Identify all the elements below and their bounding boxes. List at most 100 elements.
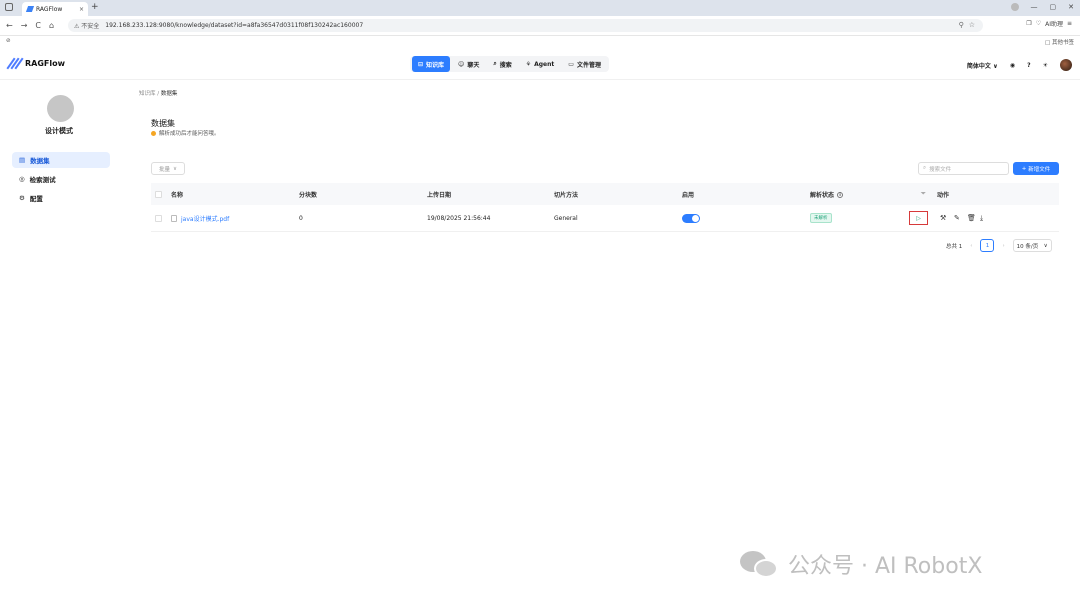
info-icon[interactable]: i bbox=[837, 192, 844, 198]
sidebar-item-config[interactable]: ⚙ 配置 bbox=[12, 190, 110, 206]
nav-search[interactable]: ⌕ 搜索 bbox=[487, 56, 517, 72]
chat-icon: ☺ bbox=[458, 60, 465, 68]
browser-tabbar: RAGFlow × + — ▢ ✕ bbox=[0, 0, 1080, 16]
profile-icon[interactable] bbox=[1010, 3, 1019, 11]
ai-assistant-button[interactable]: AI助理 bbox=[1045, 19, 1063, 28]
page-size-select[interactable]: 10 条/页 ∨ bbox=[1012, 239, 1052, 252]
search-icon: ⌕ bbox=[923, 165, 927, 171]
hint-text: 解析成功后才能问答哦。 bbox=[159, 131, 220, 137]
tab-title: RAGFlow bbox=[36, 5, 63, 13]
watermark-text: 公众号 · AI RobotX bbox=[788, 554, 983, 579]
menu-icon[interactable]: ≡ bbox=[1067, 20, 1072, 27]
sidebar-item-label: 检索测试 bbox=[29, 176, 56, 184]
home-button[interactable]: ⌂ bbox=[49, 21, 54, 30]
table-header: 名称 分块数 上传日期 切片方法 启用 解析状态 i ⏷ 动作 bbox=[151, 183, 1059, 205]
hint-icon bbox=[151, 130, 156, 136]
sidebar-item-dataset[interactable]: ▤ 数据集 bbox=[12, 152, 110, 168]
total-count: 总共 1 bbox=[946, 243, 963, 250]
theme-icon[interactable]: ☀ bbox=[1043, 62, 1048, 69]
chunk-method[interactable]: General bbox=[554, 215, 578, 222]
forward-button[interactable]: → bbox=[21, 21, 28, 30]
github-icon[interactable]: ◉ bbox=[1010, 62, 1015, 69]
back-button[interactable]: ← bbox=[6, 21, 13, 30]
select-all-checkbox[interactable] bbox=[155, 190, 162, 198]
nav-agent[interactable]: ⚘ Agent bbox=[520, 56, 561, 72]
maximize-button[interactable]: ▢ bbox=[1050, 3, 1057, 11]
page-1-button[interactable]: 1 bbox=[980, 239, 995, 252]
col-name[interactable]: 名称 bbox=[171, 190, 183, 199]
wechat-logo-icon bbox=[740, 549, 780, 579]
sidebar-item-retrieval-test[interactable]: ◎ 检索测试 bbox=[12, 171, 110, 187]
insecure-label[interactable]: ⚠ 不安全 bbox=[74, 21, 99, 30]
url-actions: ⚲ ☆ bbox=[959, 19, 975, 32]
window-controls: — ▢ ✕ bbox=[1010, 3, 1074, 11]
settings-wrench-icon[interactable]: ⚒ bbox=[940, 214, 946, 222]
col-upload-date[interactable]: 上传日期 bbox=[427, 190, 451, 199]
breadcrumb: 知识库 / 数据集 bbox=[139, 89, 177, 97]
location-icon[interactable]: ⚲ bbox=[959, 19, 964, 32]
kb-avatar bbox=[47, 95, 74, 122]
help-icon[interactable]: ? bbox=[1027, 62, 1030, 69]
language-select[interactable]: 简体中文 ∨ bbox=[967, 61, 998, 70]
next-page-button[interactable]: › bbox=[1002, 243, 1004, 249]
breadcrumb-parent[interactable]: 知识库 bbox=[139, 91, 156, 97]
nav-label: Agent bbox=[534, 60, 555, 68]
search-input[interactable]: ⌕ 搜索文件 bbox=[918, 162, 1009, 175]
chevron-down-icon: ∨ bbox=[172, 165, 178, 172]
nav-label: 知识库 bbox=[426, 61, 445, 69]
user-avatar[interactable] bbox=[1060, 59, 1072, 71]
retrieval-icon: ◎ bbox=[19, 175, 25, 183]
agent-icon: ⚘ bbox=[525, 60, 532, 68]
filter-icon[interactable]: ⏷ bbox=[921, 190, 926, 198]
nav-chat[interactable]: ☺ 聊天 bbox=[452, 56, 485, 72]
url-field[interactable]: ⚠ 不安全 192.168.233.128:9080/knowledge/dat… bbox=[68, 19, 983, 32]
chunk-count: 0 bbox=[299, 214, 303, 222]
download-icon[interactable]: ⤓ bbox=[980, 214, 983, 223]
minimize-button[interactable]: — bbox=[1031, 3, 1038, 11]
bulk-label: 批量 bbox=[158, 166, 170, 173]
ragflow-logo-icon bbox=[6, 57, 24, 70]
rename-pencil-icon[interactable]: ✎ bbox=[954, 214, 960, 222]
app-logo[interactable]: RAGFlow bbox=[6, 57, 65, 70]
nav-knowledge-base[interactable]: ⊟ 知识库 bbox=[412, 56, 451, 72]
page-size-label: 10 条/页 bbox=[1016, 243, 1039, 250]
row-checkbox[interactable] bbox=[155, 214, 162, 222]
file-name-link[interactable]: java设计模式.pdf bbox=[171, 214, 229, 223]
nav-label: 聊天 bbox=[467, 61, 480, 69]
bookmark-bar: ⊘ □ 其他书签 bbox=[0, 36, 1080, 48]
run-parse-button[interactable]: ▷ bbox=[909, 211, 928, 225]
col-parse-status-label: 解析状态 bbox=[810, 191, 835, 199]
search-placeholder: 搜索文件 bbox=[929, 166, 952, 173]
delete-trash-icon[interactable]: 🗑 bbox=[967, 214, 976, 222]
other-bookmarks[interactable]: □ 其他书签 bbox=[1045, 38, 1074, 46]
favorites-icon[interactable]: ♡ bbox=[1036, 20, 1041, 27]
col-chunks[interactable]: 分块数 bbox=[299, 190, 317, 199]
bulk-actions-button[interactable]: 批量 ∨ bbox=[151, 162, 185, 175]
col-enabled: 启用 bbox=[682, 191, 695, 199]
pdf-file-icon bbox=[171, 214, 177, 222]
new-tab-button[interactable]: + bbox=[91, 2, 99, 12]
enable-toggle[interactable] bbox=[682, 213, 700, 223]
nav-file-management[interactable]: ▭ 文件管理 bbox=[562, 56, 607, 72]
close-tab-icon[interactable]: × bbox=[79, 6, 84, 13]
tab-list-icon[interactable] bbox=[5, 3, 13, 11]
close-window-button[interactable]: ✕ bbox=[1068, 3, 1074, 11]
search-icon: ⌕ bbox=[493, 60, 497, 67]
reload-button[interactable]: C bbox=[35, 21, 41, 30]
status-badge: 未解析 bbox=[810, 213, 832, 223]
browser-tab[interactable]: RAGFlow × bbox=[22, 2, 88, 16]
bookmark-icon[interactable]: ⊘ bbox=[6, 38, 11, 44]
page-title: 数据集 bbox=[151, 119, 175, 128]
plus-icon: + bbox=[1021, 165, 1027, 172]
url-text: 192.168.233.128:9080/knowledge/dataset?i… bbox=[105, 22, 364, 29]
extensions-icon[interactable]: ❒ bbox=[1026, 20, 1031, 27]
prev-page-button[interactable]: ‹ bbox=[970, 243, 972, 249]
parse-hint: 解析成功后才能问答哦。 bbox=[151, 129, 220, 137]
app-header: RAGFlow ⊟ 知识库 ☺ 聊天 ⌕ 搜索 ⚘ Agent ▭ 文件管理 简… bbox=[0, 48, 1080, 80]
star-icon[interactable]: ☆ bbox=[969, 19, 975, 32]
add-file-label: 新增文件 bbox=[1028, 166, 1051, 173]
add-file-button[interactable]: + 新增文件 bbox=[1013, 162, 1059, 175]
nav-label: 搜索 bbox=[499, 61, 512, 69]
dataset-table: 名称 分块数 上传日期 切片方法 启用 解析状态 i ⏷ 动作 java设计模式.… bbox=[151, 183, 1059, 232]
sidebar-item-label: 配置 bbox=[29, 195, 43, 203]
